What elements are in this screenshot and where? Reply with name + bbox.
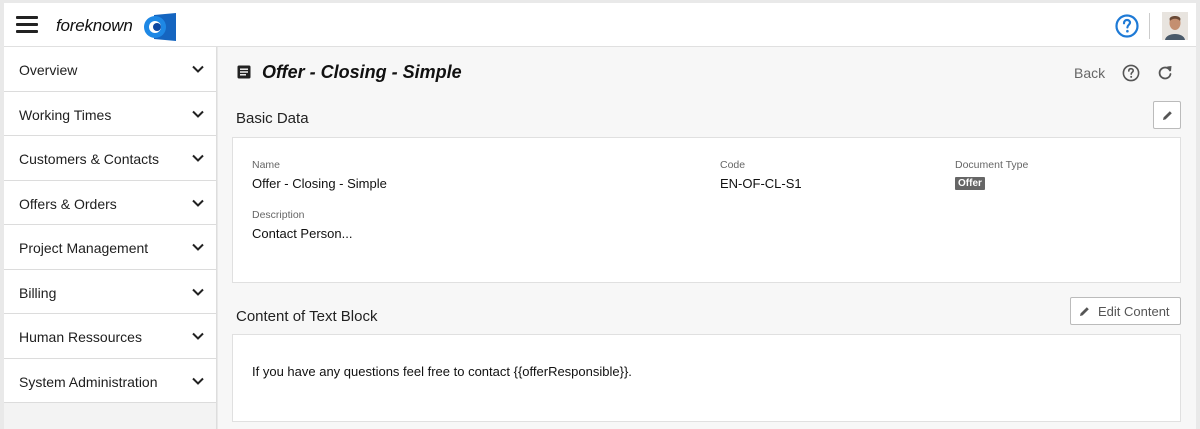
sidebar-item-label: Working Times bbox=[19, 106, 112, 123]
text-block-card: If you have any questions feel free to c… bbox=[232, 334, 1181, 422]
basic-data-card: Name Offer - Closing - Simple Code EN-OF… bbox=[232, 137, 1181, 283]
logo-icon bbox=[144, 13, 176, 41]
description-value: Contact Person... bbox=[252, 226, 353, 241]
question-icon[interactable] bbox=[1122, 64, 1140, 82]
chevron-down-icon bbox=[192, 154, 204, 162]
sidebar: Overview Working Times Customers & Conta… bbox=[4, 47, 217, 429]
main-content: Offer - Closing - Simple Back Basic Data… bbox=[218, 47, 1196, 429]
edit-content-button[interactable]: Edit Content bbox=[1070, 297, 1181, 325]
chevron-down-icon bbox=[192, 243, 204, 251]
basic-data-title: Basic Data bbox=[236, 110, 309, 127]
sidebar-item-label: System Administration bbox=[19, 373, 158, 390]
chevron-down-icon bbox=[192, 199, 204, 207]
menu-icon[interactable] bbox=[16, 16, 38, 34]
help-icon[interactable] bbox=[1115, 14, 1139, 38]
chevron-down-icon bbox=[192, 377, 204, 385]
text-block-content: If you have any questions feel free to c… bbox=[252, 364, 632, 379]
logo-text: foreknown bbox=[56, 16, 133, 35]
code-label: Code bbox=[720, 159, 746, 171]
sidebar-item-offers-orders[interactable]: Offers & Orders bbox=[4, 180, 216, 225]
name-label: Name bbox=[252, 159, 281, 171]
page-title: Offer - Closing - Simple bbox=[262, 62, 462, 82]
sidebar-item-label: Offers & Orders bbox=[19, 195, 117, 212]
pencil-icon bbox=[1080, 307, 1089, 316]
text-block-title: Content of Text Block bbox=[236, 308, 378, 325]
document-type-badge: Offer bbox=[955, 177, 985, 190]
sidebar-item-human-ressources[interactable]: Human Ressources bbox=[4, 314, 216, 359]
document-type-label: Document Type bbox=[955, 159, 1029, 171]
refresh-icon[interactable] bbox=[1157, 64, 1173, 81]
edit-content-label: Edit Content bbox=[1098, 304, 1170, 319]
sidebar-item-label: Customers & Contacts bbox=[19, 151, 160, 167]
document-icon bbox=[237, 65, 251, 79]
chevron-down-icon bbox=[192, 288, 204, 296]
sidebar-item-customers-contacts[interactable]: Customers & Contacts bbox=[4, 136, 216, 181]
sidebar-item-billing[interactable]: Billing bbox=[4, 269, 216, 314]
description-label: Description bbox=[252, 209, 305, 221]
sidebar-item-label: Human Ressources bbox=[19, 329, 142, 345]
chevron-down-icon bbox=[192, 332, 204, 340]
sidebar-item-overview[interactable]: Overview bbox=[4, 47, 216, 92]
code-value: EN-OF-CL-S1 bbox=[720, 176, 802, 191]
top-bar: foreknown bbox=[4, 3, 1196, 47]
sidebar-item-working-times[interactable]: Working Times bbox=[4, 91, 216, 136]
edit-basic-data-button[interactable] bbox=[1153, 101, 1181, 129]
name-value: Offer - Closing - Simple bbox=[252, 176, 387, 191]
chevron-down-icon bbox=[192, 110, 204, 118]
sidebar-item-system-administration[interactable]: System Administration bbox=[4, 358, 216, 403]
back-button[interactable]: Back bbox=[1074, 65, 1105, 81]
sidebar-item-label: Billing bbox=[19, 284, 57, 301]
sidebar-item-label: Project Management bbox=[19, 240, 149, 256]
pencil-icon bbox=[1163, 111, 1172, 120]
sidebar-item-label: Overview bbox=[19, 62, 78, 78]
sidebar-item-project-management[interactable]: Project Management bbox=[4, 225, 216, 270]
chevron-down-icon bbox=[192, 65, 204, 73]
user-avatar[interactable] bbox=[1162, 12, 1188, 40]
header-divider bbox=[1149, 13, 1150, 39]
